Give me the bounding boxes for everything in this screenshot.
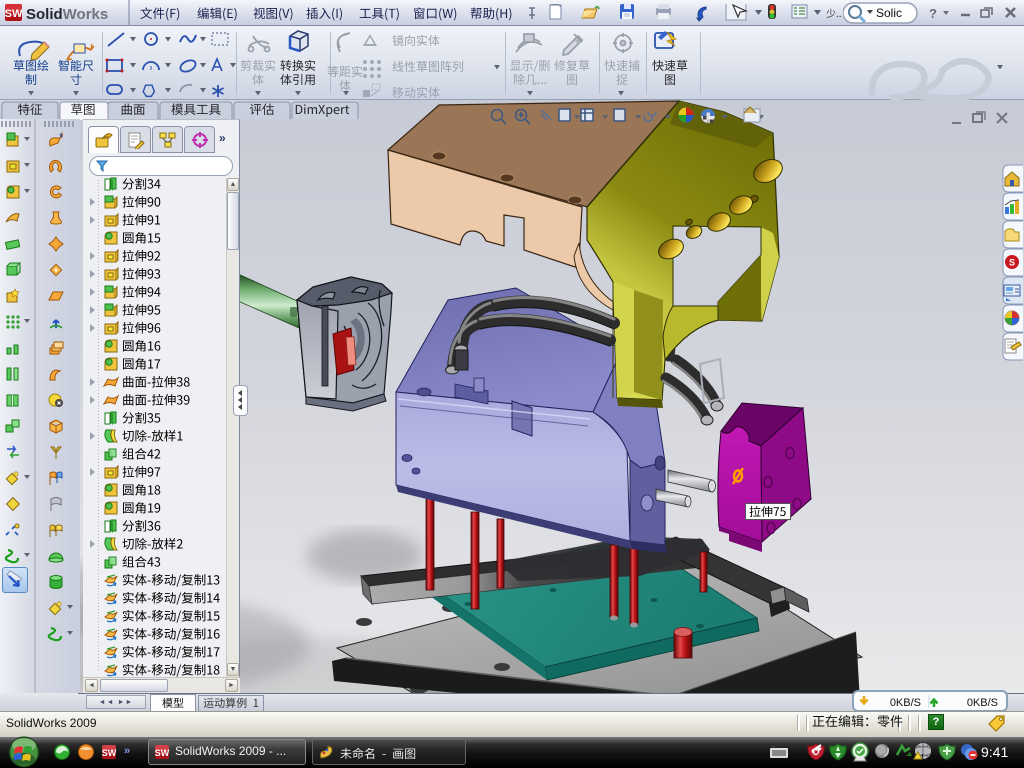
svg-text:?: ?	[929, 6, 937, 21]
svg-text:SolidWorks: SolidWorks	[26, 6, 108, 23]
svg-text:0KB/S: 0KB/S	[890, 697, 921, 709]
svg-text:S: S	[1009, 258, 1015, 268]
svg-text:....: ....	[772, 743, 776, 748]
svg-text:Solic: Solic	[876, 6, 902, 20]
svg-text:+: +	[574, 35, 580, 47]
svg-text:0KB/S: 0KB/S	[967, 697, 998, 709]
svg-text:!: !	[921, 755, 923, 761]
svg-text:SW: SW	[102, 748, 117, 758]
svg-text:SW: SW	[5, 8, 23, 20]
svg-text:SW: SW	[155, 748, 170, 758]
svg-text:»: »	[124, 745, 130, 757]
